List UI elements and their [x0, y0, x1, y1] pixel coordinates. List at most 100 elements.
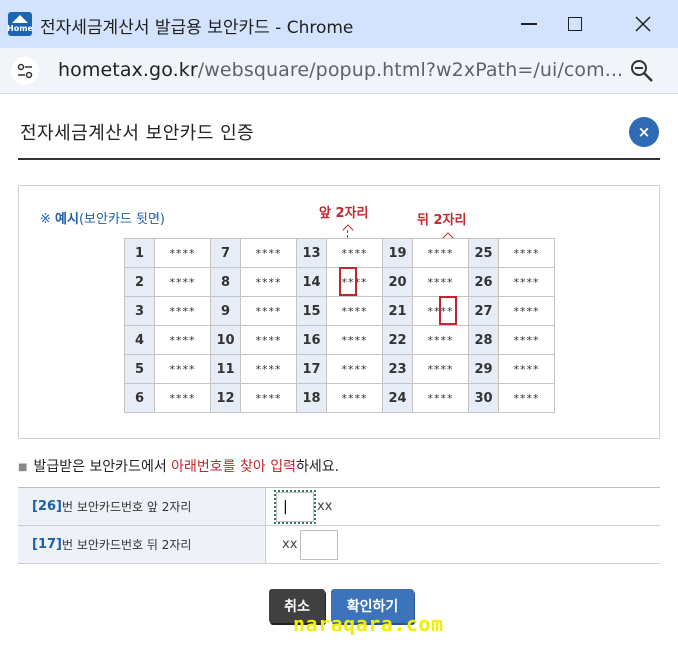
card-cell-value: **** — [240, 383, 297, 413]
card-cell-value: **** — [326, 354, 383, 384]
card-cell-value: **** — [154, 296, 211, 326]
close-window-button[interactable] — [620, 8, 666, 40]
card-cell-number: 24 — [382, 383, 413, 413]
window-titlebar: Home 전자세금계산서 발급용 보안카드 - Chrome — [0, 0, 678, 48]
card-cell-number: 7 — [210, 238, 241, 268]
front-input-cell: xx — [266, 488, 660, 525]
card-cell-value: **** — [240, 267, 297, 297]
card-cell-number: 27 — [468, 296, 499, 326]
front-digits-input[interactable] — [274, 489, 316, 524]
card-row: 5 **** 11 **** 17 **** 23 **** 29 **** — [124, 354, 555, 384]
watermark-text: naraqara.com — [293, 612, 444, 636]
window-title: 전자세금계산서 발급용 보안카드 - Chrome — [40, 18, 354, 38]
card-cell-number: 13 — [296, 238, 327, 268]
card-cell-value: **** — [154, 354, 211, 384]
card-cell-value: **** — [498, 238, 555, 268]
back-highlight-box — [439, 296, 457, 325]
card-cell-number: 15 — [296, 296, 327, 326]
card-cell-number: 14 — [296, 267, 327, 297]
card-cell-number: 5 — [124, 354, 155, 384]
card-cell-value: **** — [412, 238, 469, 268]
app-icon-text: Home — [7, 24, 33, 33]
back-digits-label: 뒤 2자리 — [417, 213, 467, 228]
card-cell-number: 29 — [468, 354, 499, 384]
card-cell-value: **** — [412, 267, 469, 297]
popup-title: 전자세금계산서 보안카드 인증 — [20, 123, 255, 144]
url-text[interactable]: hometax.go.kr/websquare/popup.html?w2xPa… — [58, 59, 623, 81]
zoom-magnifier-icon — [631, 60, 653, 82]
card-row: 4 **** 10 **** 16 **** 22 **** 28 **** — [124, 325, 555, 355]
front-digits-label: 앞 2자리 — [319, 206, 369, 221]
tune-icon — [17, 63, 33, 79]
back-label-text: 번 보안카드번호 뒤 2자리 — [61, 538, 192, 552]
instruction-part3: 하세요. — [295, 459, 340, 475]
card-cell-number: 1 — [124, 238, 155, 268]
note-prefix: ※ — [40, 212, 56, 227]
card-cell-value: **** — [498, 296, 555, 326]
example-note: ※ 예시(보안카드 뒷면) — [40, 208, 165, 227]
card-cell-number: 21 — [382, 296, 413, 326]
card-cell-value: **** — [412, 383, 469, 413]
card-cell-value: **** — [326, 383, 383, 413]
card-cell-number: 25 — [468, 238, 499, 268]
card-cell-number: 11 — [210, 354, 241, 384]
card-cell-value: **** — [240, 354, 297, 384]
card-row: 1 **** 7 **** 13 **** 19 **** 25 **** — [124, 238, 555, 268]
card-cell-value: **** — [412, 354, 469, 384]
card-cell-number: 16 — [296, 325, 327, 355]
input-row-front: [26]번 보안카드번호 앞 2자리 xx — [18, 488, 660, 526]
card-cell-number: 12 — [210, 383, 241, 413]
card-cell-value: **** — [498, 267, 555, 297]
back-code: [17] — [32, 537, 62, 552]
bullet-icon: ■ — [18, 461, 28, 473]
example-card-box: ※ 예시(보안카드 뒷면) 앞 2자리 뒤 2자리 1 **** 7 **** 13 **… — [18, 185, 660, 439]
back-prefix: xx — [282, 537, 298, 552]
back-input-label: [17] 번 보안카드번호 뒤 2자리 — [18, 526, 266, 563]
instruction-text: ■ 발급받은 보안카드에서 아래번호를 찾아 입력하세요. — [18, 456, 339, 476]
instruction-highlight: 아래번호를 찾아 입력 — [171, 459, 296, 475]
hometax-app-icon: Home — [7, 12, 33, 36]
card-cell-number: 3 — [124, 296, 155, 326]
card-cell-value: **** — [326, 325, 383, 355]
note-bold: 예시 — [55, 212, 79, 227]
front-code: [26] — [32, 499, 62, 514]
card-cell-number: 9 — [210, 296, 241, 326]
card-cell-value: **** — [326, 238, 383, 268]
card-cell-value: **** — [412, 325, 469, 355]
security-card-table: 1 **** 7 **** 13 **** 19 **** 25 **** 2 **** 8 **** 14… — [124, 238, 555, 413]
card-cell-number: 20 — [382, 267, 413, 297]
card-cell-number: 23 — [382, 354, 413, 384]
close-icon — [635, 16, 651, 32]
front-input-label: [26] 번 보안카드번호 앞 2자리 — [18, 488, 266, 525]
front-suffix: xx — [317, 499, 333, 514]
url-path: /websquare/popup.html?w2xPath=/ui/com... — [197, 59, 624, 81]
card-cell-value: **** — [240, 296, 297, 326]
card-cell-number: 26 — [468, 267, 499, 297]
note-rest: (보안카드 뒷면) — [78, 212, 165, 227]
card-cell-value: **** — [154, 267, 211, 297]
maximize-button[interactable] — [552, 8, 598, 40]
popup-close-button[interactable]: × — [629, 117, 659, 147]
card-cell-value: **** — [154, 325, 211, 355]
input-table: [26]번 보안카드번호 앞 2자리 xx [17]번 보안카드번호 뒤 2자리… — [18, 487, 660, 564]
zoom-button[interactable] — [629, 58, 655, 84]
card-cell-number: 17 — [296, 354, 327, 384]
card-cell-number: 4 — [124, 325, 155, 355]
card-cell-value: **** — [240, 325, 297, 355]
back-digits-input[interactable] — [300, 529, 339, 560]
back-input-cell: xx — [266, 526, 660, 563]
front-arrow-head — [342, 224, 354, 236]
card-row: 3 **** 9 **** 15 **** 21 **** 27 **** — [124, 296, 555, 326]
minimize-icon — [521, 23, 537, 25]
input-row-back: [17] 번 보안카드번호 뒤 2자리 xx — [18, 526, 660, 564]
site-info-button[interactable] — [11, 57, 39, 85]
minimize-button[interactable] — [506, 8, 552, 40]
maximize-icon — [568, 17, 582, 31]
card-cell-value: **** — [498, 383, 555, 413]
card-cell-number: 18 — [296, 383, 327, 413]
card-cell-number: 10 — [210, 325, 241, 355]
instruction-part1: 발급받은 보안카드에서 — [33, 459, 172, 475]
card-cell-value: **** — [326, 296, 383, 326]
card-cell-value: **** — [240, 238, 297, 268]
card-cell-number: 28 — [468, 325, 499, 355]
